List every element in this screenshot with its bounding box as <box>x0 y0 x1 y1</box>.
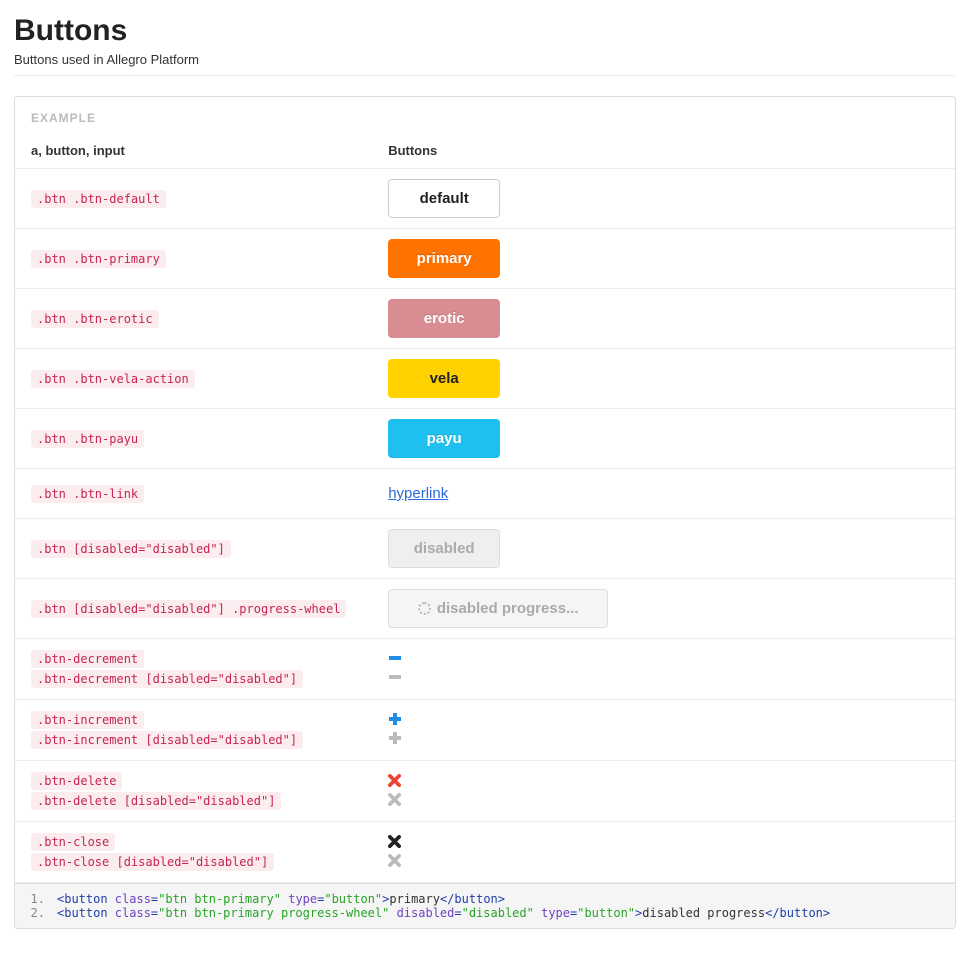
selector-decrement-disabled: .btn-decrement [disabled="disabled"] <box>31 670 303 688</box>
code-line-2: 2. <button class="btn btn-primary progre… <box>25 906 945 920</box>
page-header: Buttons Buttons used in Allegro Platform <box>14 14 956 76</box>
selector-default: .btn .btn-default <box>31 190 166 208</box>
close-disabled-icon <box>388 852 401 870</box>
line-number: 2. <box>25 906 45 920</box>
selector-disabled-progress: .btn [disabled="disabled"] .progress-whe… <box>31 600 346 618</box>
code-line-1: 1. <button class="btn btn-primary" type=… <box>25 892 945 906</box>
column-header-selectors: a, button, input <box>15 135 372 169</box>
table-row: .btn .btn-vela-action vela <box>15 349 955 409</box>
line-number: 1. <box>25 892 45 906</box>
buttons-table: a, button, input Buttons .btn .btn-defau… <box>15 135 955 883</box>
default-button[interactable]: default <box>388 179 500 218</box>
selector-delete-disabled: .btn-delete [disabled="disabled"] <box>31 792 281 810</box>
selector-link: .btn .btn-link <box>31 485 144 503</box>
example-panel: EXAMPLE a, button, input Buttons .btn .b… <box>14 96 956 929</box>
table-row: .btn [disabled="disabled"] .progress-whe… <box>15 579 955 639</box>
close-icon[interactable] <box>388 833 401 851</box>
table-row: .btn .btn-payu payu <box>15 409 955 469</box>
table-row: .btn .btn-default default <box>15 169 955 229</box>
erotic-button[interactable]: erotic <box>388 299 500 338</box>
increment-icon[interactable] <box>388 711 402 729</box>
spinner-icon <box>418 602 431 615</box>
table-row: .btn .btn-primary primary <box>15 229 955 289</box>
hyperlink-button[interactable]: hyperlink <box>388 479 448 508</box>
selector-increment-active: .btn-increment <box>31 711 144 729</box>
selector-vela: .btn .btn-vela-action <box>31 370 195 388</box>
selector-disabled: .btn [disabled="disabled"] <box>31 540 231 558</box>
page-title: Buttons <box>14 14 956 48</box>
delete-disabled-icon <box>388 791 401 809</box>
selector-erotic: .btn .btn-erotic <box>31 310 159 328</box>
increment-disabled-icon <box>388 730 402 748</box>
selector-payu: .btn .btn-payu <box>31 430 144 448</box>
disabled-button: disabled <box>388 529 500 568</box>
disabled-progress-label: disabled progress... <box>437 600 579 617</box>
selector-close-disabled: .btn-close [disabled="disabled"] <box>31 853 274 871</box>
code-block: 1. <button class="btn btn-primary" type=… <box>15 883 955 928</box>
delete-icon[interactable] <box>388 772 401 790</box>
table-row: .btn-delete .btn-delete [disabled="disab… <box>15 761 955 822</box>
payu-button[interactable]: payu <box>388 419 500 458</box>
selector-close-active: .btn-close <box>31 833 115 851</box>
table-row: .btn-increment .btn-increment [disabled=… <box>15 700 955 761</box>
selector-increment-disabled: .btn-increment [disabled="disabled"] <box>31 731 303 749</box>
table-row: .btn [disabled="disabled"] disabled <box>15 519 955 579</box>
disabled-progress-button: disabled progress... <box>388 589 608 628</box>
table-row: .btn-decrement .btn-decrement [disabled=… <box>15 639 955 700</box>
decrement-icon[interactable] <box>388 650 402 668</box>
vela-button[interactable]: vela <box>388 359 500 398</box>
table-row: .btn .btn-erotic erotic <box>15 289 955 349</box>
page-subtitle: Buttons used in Allegro Platform <box>14 52 956 67</box>
primary-button[interactable]: primary <box>388 239 500 278</box>
table-row: .btn .btn-link hyperlink <box>15 469 955 519</box>
column-header-buttons: Buttons <box>372 135 955 169</box>
selector-decrement-active: .btn-decrement <box>31 650 144 668</box>
selector-delete-active: .btn-delete <box>31 772 122 790</box>
table-row: .btn-close .btn-close [disabled="disable… <box>15 822 955 883</box>
decrement-disabled-icon <box>388 669 402 687</box>
example-label: EXAMPLE <box>15 97 955 135</box>
selector-primary: .btn .btn-primary <box>31 250 166 268</box>
